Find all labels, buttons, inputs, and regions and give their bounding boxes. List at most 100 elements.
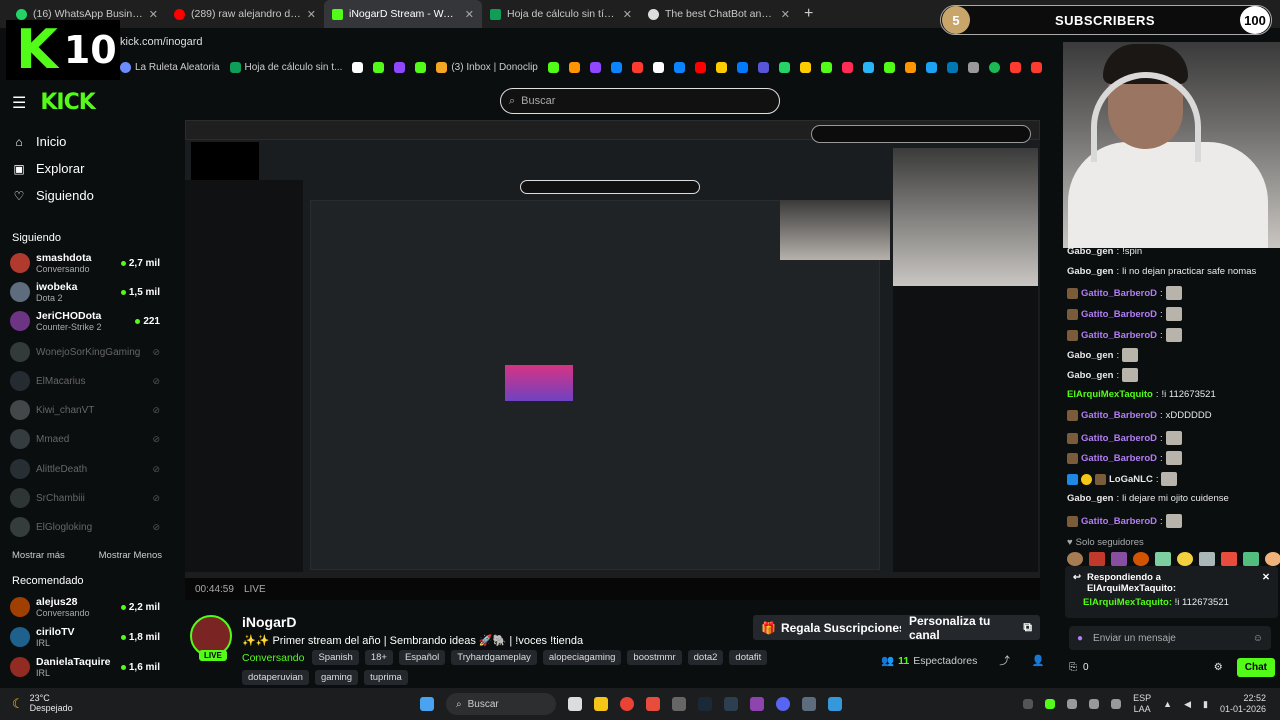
search-input[interactable]: Buscar [521,95,555,107]
browser-tab[interactable]: The best ChatBot and Widgets ✕ [640,0,798,28]
sidebar-channel-offline[interactable]: AlittleDeath ⊘ [10,456,160,482]
sidebar-channel-offline[interactable]: SrChambiii ⊘ [10,485,160,511]
chat-input[interactable]: ● Enviar un mensaje ☺ [1069,626,1271,650]
close-icon[interactable]: ✕ [1262,572,1270,583]
tray-icon[interactable] [1045,699,1056,709]
tray-icon[interactable] [1111,699,1122,709]
sidebar-channel-offline[interactable]: Kiwi_chanVT ⊘ [10,397,160,423]
close-icon[interactable]: ✕ [623,8,632,21]
discord-icon[interactable] [776,697,790,711]
app-icon[interactable] [828,697,842,711]
bookmark-icon[interactable] [988,61,1000,73]
bookmark-icon[interactable] [673,61,685,73]
app-icon[interactable] [672,697,686,711]
chat-username[interactable]: Gabo_gen [1067,370,1113,381]
emote-icon[interactable] [1089,552,1105,566]
show-less-button[interactable]: Mostrar Menos [99,550,162,561]
bookmark-icon[interactable] [352,61,364,73]
chat-username[interactable]: ElArquiMexTaquito [1067,389,1153,400]
chat-username[interactable]: Gabo_gen [1067,493,1113,504]
chat-username[interactable]: Gatito_BarberoD [1081,309,1157,320]
bookmark-icon[interactable] [568,61,580,73]
task-view-icon[interactable] [568,697,582,711]
show-more-button[interactable]: Mostrar más [12,550,65,561]
stream-tag[interactable]: dotaperuvian [242,670,309,685]
stream-tag[interactable]: 18+ [364,650,393,665]
emote-icon[interactable] [1133,552,1149,566]
windows-start-icon[interactable] [420,697,434,711]
bookmark-icon[interactable] [394,61,406,73]
gear-icon[interactable]: ⚙ [1214,662,1223,673]
bookmark-icon[interactable] [589,61,601,73]
bookmark-icon[interactable] [736,61,748,73]
battery-icon[interactable]: ▮ [1203,699,1208,710]
customize-channel-button[interactable]: Personaliza tu canal ⧉ [901,614,1040,642]
video-player[interactable] [185,120,1040,600]
bookmark[interactable]: Hoja de cálculo sin t... [229,61,342,73]
chrome-icon[interactable] [620,697,634,711]
close-icon[interactable]: ✕ [307,8,316,21]
browser-tab[interactable]: Hoja de cálculo sin título - Hoja ✕ [482,0,640,28]
chat-username[interactable]: Gabo_gen [1067,266,1113,277]
bookmark-icon[interactable] [925,61,937,73]
gift-subscriptions-button[interactable]: 🎁 Regala Suscripciones [753,615,914,640]
bookmark-icon[interactable] [715,61,727,73]
nav-home[interactable]: ⌂ Inicio [12,134,66,149]
stream-tag[interactable]: Español [398,650,446,665]
bookmark-icon[interactable] [841,61,853,73]
stream-tag[interactable]: Tryhardgameplay [451,650,537,665]
nav-explore[interactable]: ▣ Explorar [12,161,84,176]
recommended-channel[interactable]: DanielaTaquire IRL 1,6 mil [10,654,160,680]
nav-following[interactable]: ♡ Siguiendo [12,188,94,203]
bookmark-icon[interactable] [778,61,790,73]
share-icon[interactable]: ⤴ [999,653,1010,668]
chat-username[interactable]: Gabo_gen [1067,246,1113,257]
stream-tag[interactable]: boostmmr [627,650,682,665]
emote-icon[interactable] [1221,552,1237,566]
stream-category[interactable]: Conversando [242,652,304,664]
bookmark-icon[interactable] [904,61,916,73]
microphone-icon[interactable]: ● [1077,633,1083,644]
emote-icon[interactable] [1243,552,1259,566]
chat-username[interactable]: Gatito_BarberoD [1081,330,1157,341]
emote-icon[interactable] [1177,552,1193,566]
sidebar-channel-offline[interactable]: ElGlogloking ⊘ [10,514,160,540]
menu-icon[interactable]: ☰ [12,93,26,113]
chat-username[interactable]: Gatito_BarberoD [1081,410,1157,421]
emote-icon[interactable] [1199,552,1215,566]
bookmark-icon[interactable] [547,61,559,73]
taskbar-search[interactable]: ⌕ Buscar [446,693,556,715]
bookmark-icon[interactable] [1030,61,1042,73]
search-box[interactable]: ⌕ Buscar [500,88,780,114]
bookmark-icon[interactable] [1009,61,1021,73]
stream-tag[interactable]: dotafit [729,650,768,665]
sidebar-channel-offline[interactable]: ElMacarius ⊘ [10,368,160,394]
chat-username[interactable]: Gatito_BarberoD [1081,453,1157,464]
app-icon[interactable] [724,697,738,711]
browser-tab[interactable]: (289) raw alejandro dilúvio - Yo ✕ [166,0,324,28]
bookmark[interactable]: La Ruleta Aleatoria [120,61,220,73]
browser-tab-active[interactable]: iNogarD Stream - Watch Live o ✕ [324,0,482,28]
bookmark-icon[interactable] [415,61,427,73]
app-icon[interactable] [750,697,764,711]
gift-icon[interactable]: ⎘ [1069,662,1077,673]
emote-icon[interactable] [1265,552,1280,566]
weather-widget[interactable]: ☾ 23°C Despejado [0,693,140,714]
emote-icon[interactable] [1111,552,1127,566]
bookmark-icon[interactable] [610,61,622,73]
recommended-channel[interactable]: alejus28 Conversando 2,2 mil [10,594,160,620]
file-explorer-icon[interactable] [594,697,608,711]
chat-username[interactable]: LoGaNLC [1109,474,1153,485]
tray-icon[interactable] [1023,699,1034,709]
emote-icon[interactable] [1067,552,1083,566]
stream-tag[interactable]: tuprima [364,670,408,685]
recommended-channel[interactable]: ciriloTV IRL 1,8 mil [10,624,160,650]
wifi-icon[interactable]: ▲ [1163,699,1172,709]
sidebar-channel-offline[interactable]: Mmaed ⊘ [10,426,160,452]
address-bar[interactable]: kick.com/inogard [120,30,1060,54]
bookmark-icon[interactable] [757,61,769,73]
emoji-icon[interactable]: ☺ [1253,633,1263,644]
new-tab-button[interactable]: + [804,5,813,23]
emote-icon[interactable] [1155,552,1171,566]
bookmark-icon[interactable] [631,61,643,73]
